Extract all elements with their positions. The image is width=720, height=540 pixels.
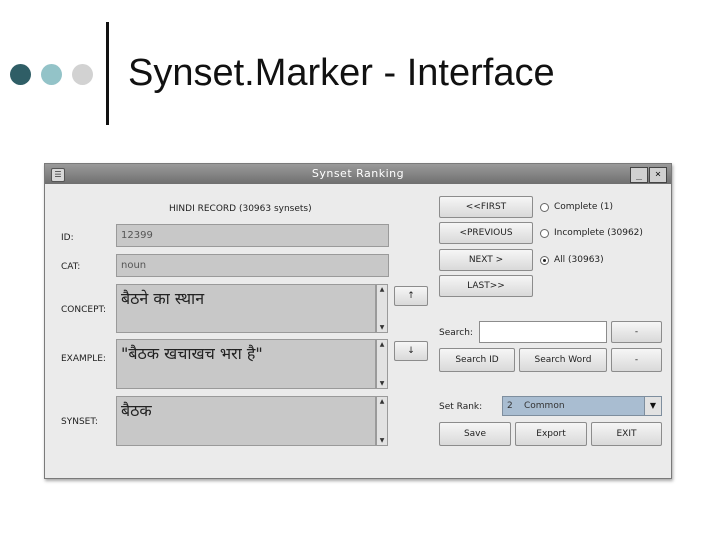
rank-select[interactable]: 2 Common ▼ xyxy=(502,396,662,416)
next-label: NEXT > xyxy=(468,255,504,265)
all-radio[interactable] xyxy=(540,256,549,265)
example-label: EXAMPLE: xyxy=(61,354,106,364)
synset-label: SYNSET: xyxy=(61,417,98,427)
search-label: Search: xyxy=(439,328,473,338)
incomplete-label: Incomplete (30962) xyxy=(554,228,643,238)
search-input[interactable] xyxy=(479,321,607,343)
search-id-button[interactable]: Search ID xyxy=(439,348,515,372)
rank-value: 2 xyxy=(507,401,513,411)
window-title: Synset Ranking xyxy=(311,167,405,180)
exit-label: EXIT xyxy=(616,429,637,439)
minimize-button[interactable]: _ xyxy=(630,167,648,183)
cat-field[interactable]: noun xyxy=(116,254,389,277)
scroll-up-icon[interactable]: ▲ xyxy=(377,285,387,294)
export-button[interactable]: Export xyxy=(515,422,587,446)
concept-label: CONCEPT: xyxy=(61,305,107,315)
synset-scrollbar[interactable]: ▲ ▼ xyxy=(376,396,388,446)
last-label: LAST>> xyxy=(467,281,505,291)
save-button[interactable]: Save xyxy=(439,422,511,446)
move-down-button[interactable]: ↓ xyxy=(394,341,428,361)
export-label: Export xyxy=(536,429,566,439)
scroll-down-icon[interactable]: ▼ xyxy=(377,379,387,388)
dot-dark xyxy=(10,64,31,85)
next-button[interactable]: NEXT > xyxy=(439,249,533,271)
example-textarea[interactable]: "बैठक खचाखच भरा है" xyxy=(116,339,376,389)
slide-bullet-dots xyxy=(10,64,100,86)
divider-line xyxy=(106,22,109,125)
search-aux-button[interactable]: - xyxy=(611,321,662,343)
title-bar: ☰ Synset Ranking _ × xyxy=(45,164,671,184)
complete-radio[interactable] xyxy=(540,203,549,212)
all-label: All (30963) xyxy=(554,255,604,265)
search-aux2-button[interactable]: - xyxy=(611,348,662,372)
move-up-button[interactable]: ↑ xyxy=(394,286,428,306)
incomplete-radio[interactable] xyxy=(540,229,549,238)
search-aux2-label: - xyxy=(634,355,639,365)
arrow-down-icon: ↓ xyxy=(407,346,415,356)
scroll-up-icon[interactable]: ▲ xyxy=(377,340,387,349)
rank-option: Common xyxy=(524,401,565,411)
first-label: <<FIRST xyxy=(465,202,507,212)
first-button[interactable]: <<FIRST xyxy=(439,196,533,218)
close-button[interactable]: × xyxy=(649,167,667,183)
dot-teal xyxy=(41,64,62,85)
cat-label: CAT: xyxy=(61,262,81,272)
id-label: ID: xyxy=(61,233,74,243)
record-title: HINDI RECORD (30963 synsets) xyxy=(169,204,312,214)
example-scrollbar[interactable]: ▲ ▼ xyxy=(376,339,388,389)
save-label: Save xyxy=(463,429,487,439)
set-rank-label: Set Rank: xyxy=(439,402,483,412)
search-word-button[interactable]: Search Word xyxy=(519,348,607,372)
search-id-label: Search ID xyxy=(455,355,499,365)
synset-ranking-window: ☰ Synset Ranking _ × HINDI RECORD (30963… xyxy=(44,163,672,479)
search-aux-label: - xyxy=(634,327,639,337)
scroll-up-icon[interactable]: ▲ xyxy=(377,397,387,406)
slide-title: Synset.Marker - Interface xyxy=(128,52,555,94)
arrow-up-icon: ↑ xyxy=(407,291,415,301)
concept-scrollbar[interactable]: ▲ ▼ xyxy=(376,284,388,333)
scroll-down-icon[interactable]: ▼ xyxy=(377,436,387,445)
exit-button[interactable]: EXIT xyxy=(591,422,662,446)
scroll-down-icon[interactable]: ▼ xyxy=(377,323,387,332)
synset-textarea[interactable]: बैठक xyxy=(116,396,376,446)
chevron-down-icon[interactable]: ▼ xyxy=(644,397,661,415)
previous-label: <PREVIOUS xyxy=(459,228,513,238)
previous-button[interactable]: <PREVIOUS xyxy=(439,222,533,244)
search-word-label: Search Word xyxy=(534,355,592,365)
last-button[interactable]: LAST>> xyxy=(439,275,533,297)
dot-grey xyxy=(72,64,93,85)
complete-label: Complete (1) xyxy=(554,202,613,212)
id-field[interactable]: 12399 xyxy=(116,224,389,247)
concept-textarea[interactable]: बैठने का स्थान xyxy=(116,284,376,333)
